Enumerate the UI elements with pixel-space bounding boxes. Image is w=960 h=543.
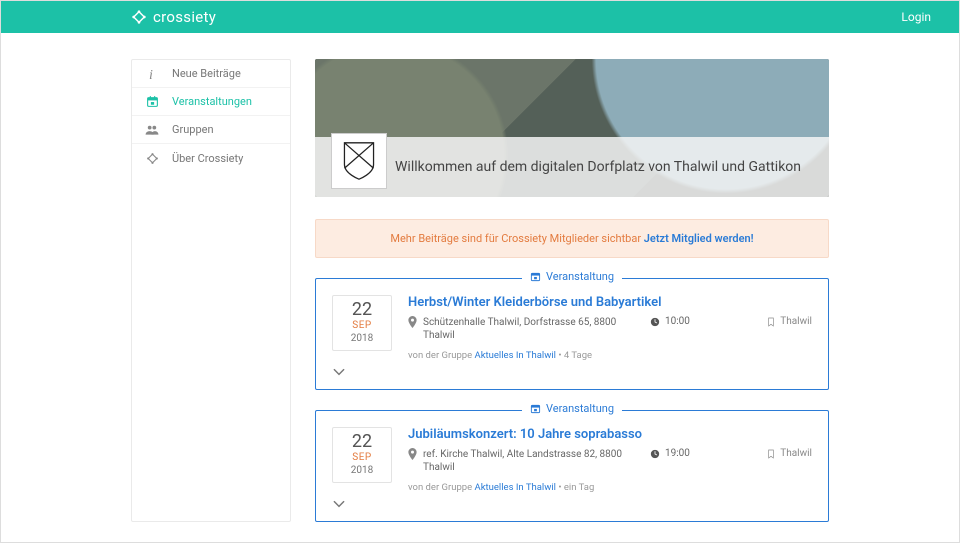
event-time-text: 10:00 [665, 316, 690, 327]
event-location-text: ref. Kirche Thalwil, Alte Landstrasse 82… [423, 448, 628, 474]
main-content: Willkommen auf dem digitalen Dorfplatz v… [315, 59, 829, 522]
login-link[interactable]: Login [901, 10, 931, 24]
sidebar: i Neue Beiträge Veranstaltungen Gruppen [131, 59, 291, 522]
calendar-icon [144, 95, 160, 108]
sidebar-item-label: Veranstaltungen [172, 95, 252, 108]
event-title-link[interactable]: Jubiläumskonzert: 10 Jahre soprabasso [408, 427, 812, 442]
sidebar-item-label: Neue Beiträge [172, 67, 241, 80]
calendar-icon [530, 271, 541, 282]
event-place-text: Thalwil [780, 448, 812, 459]
event-location: Schützenhalle Thalwil, Dorfstrasse 65, 8… [408, 316, 628, 342]
brand-label: crossiety [153, 8, 216, 26]
card-type-text: Veranstaltung [546, 270, 614, 283]
clock-icon [650, 449, 660, 459]
event-time-text: 19:00 [665, 448, 690, 459]
sidebar-item-veranstaltungen[interactable]: Veranstaltungen [132, 88, 290, 116]
notice-cta-link[interactable]: Jetzt Mitglied werden! [644, 232, 754, 245]
hero-title: Willkommen auf dem digitalen Dorfplatz v… [395, 152, 801, 183]
chevron-down-icon [332, 499, 812, 509]
clock-icon [650, 317, 660, 327]
bookmark-icon [767, 317, 775, 327]
hero-band: Willkommen auf dem digitalen Dorfplatz v… [315, 137, 829, 197]
chevron-down-icon [332, 367, 812, 377]
date-badge: 22 SEP 2018 [332, 427, 392, 483]
cross-logo-icon [144, 152, 160, 165]
event-time: 10:00 [650, 316, 690, 327]
event-meta-suffix: • 4 Tage [556, 350, 592, 361]
event-group-link[interactable]: Aktuelles In Thalwil [475, 482, 556, 493]
event-meta: von der Gruppe Aktuelles In Thalwil • 4 … [408, 350, 812, 361]
date-month: SEP [333, 320, 391, 331]
hero-banner: Willkommen auf dem digitalen Dorfplatz v… [315, 59, 829, 197]
event-card: Veranstaltung 22 SEP 2018 Herbst/Winter … [315, 278, 829, 390]
card-type-label: Veranstaltung [522, 270, 622, 283]
card-type-text: Veranstaltung [546, 402, 614, 415]
event-time: 19:00 [650, 448, 690, 459]
event-title-link[interactable]: Herbst/Winter Kleiderbörse und Babyartik… [408, 295, 812, 310]
date-day: 22 [333, 432, 391, 452]
sidebar-item-label: Gruppen [172, 123, 214, 136]
event-place-text: Thalwil [780, 316, 812, 327]
pin-icon [408, 316, 417, 328]
pin-icon [408, 448, 417, 460]
top-bar: crossiety Login [1, 1, 959, 33]
date-day: 22 [333, 300, 391, 320]
event-meta-prefix: von der Gruppe [408, 350, 475, 361]
coat-of-arms [331, 133, 387, 189]
cross-logo-icon [131, 9, 147, 25]
svg-text:i: i [149, 68, 153, 81]
event-meta-prefix: von der Gruppe [408, 482, 475, 493]
event-meta: von der Gruppe Aktuelles In Thalwil • ei… [408, 482, 812, 493]
notice-text: Mehr Beiträge sind für Crossiety Mitglie… [390, 232, 643, 245]
date-badge: 22 SEP 2018 [332, 295, 392, 351]
card-type-label: Veranstaltung [522, 402, 622, 415]
info-italic-icon: i [144, 67, 160, 81]
date-year: 2018 [333, 465, 391, 476]
event-place-tag[interactable]: Thalwil [767, 448, 812, 459]
people-icon [144, 124, 160, 136]
sidebar-item-label: Über Crossiety [172, 152, 243, 165]
event-location-text: Schützenhalle Thalwil, Dorfstrasse 65, 8… [423, 316, 628, 342]
members-notice: Mehr Beiträge sind für Crossiety Mitglie… [315, 219, 829, 258]
expand-card-button[interactable] [332, 493, 812, 517]
event-group-link[interactable]: Aktuelles In Thalwil [475, 350, 556, 361]
brand[interactable]: crossiety [131, 8, 216, 26]
date-month: SEP [333, 452, 391, 463]
sidebar-item-neue-beitraege[interactable]: i Neue Beiträge [132, 60, 290, 88]
event-meta-suffix: • ein Tag [556, 482, 594, 493]
calendar-icon [530, 403, 541, 414]
sidebar-item-gruppen[interactable]: Gruppen [132, 116, 290, 144]
event-card: Veranstaltung 22 SEP 2018 Jubiläumskonze… [315, 410, 829, 522]
sidebar-item-ueber-crossiety[interactable]: Über Crossiety [132, 144, 290, 172]
event-place-tag[interactable]: Thalwil [767, 316, 812, 327]
event-location: ref. Kirche Thalwil, Alte Landstrasse 82… [408, 448, 628, 474]
bookmark-icon [767, 449, 775, 459]
date-year: 2018 [333, 333, 391, 344]
expand-card-button[interactable] [332, 361, 812, 385]
